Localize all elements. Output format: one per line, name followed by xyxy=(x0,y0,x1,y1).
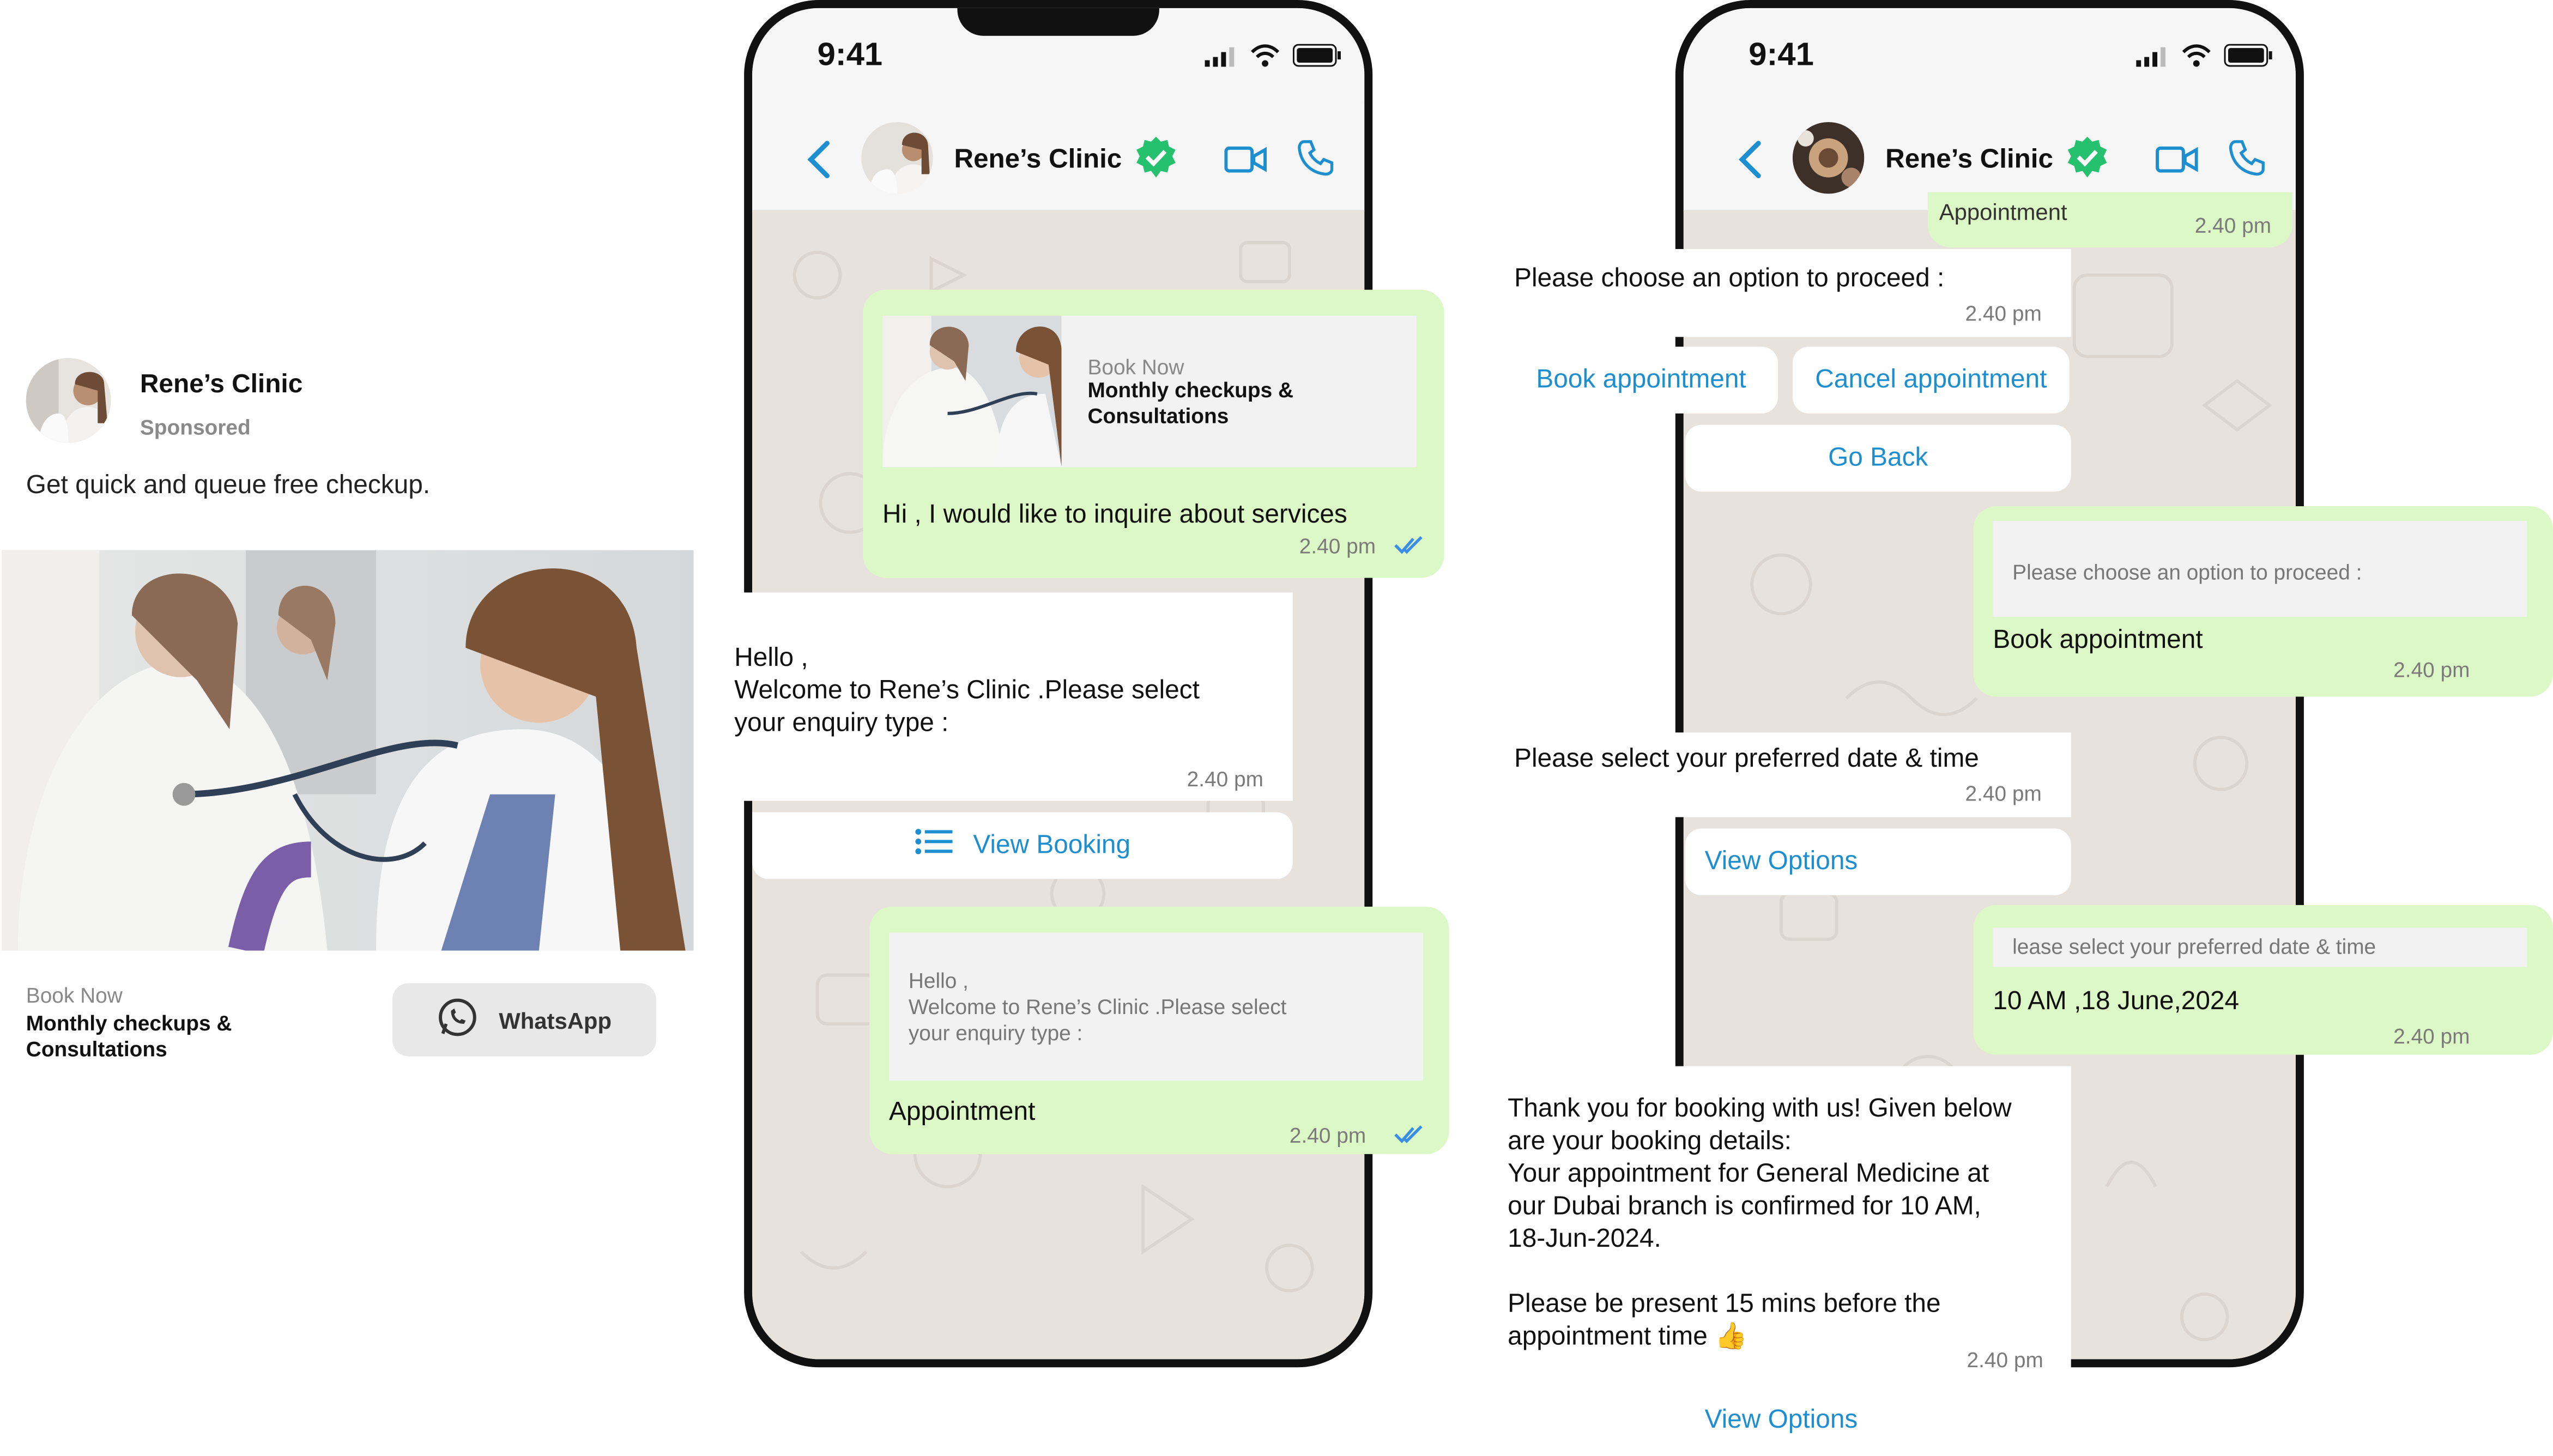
contact-name[interactable]: Rene’s Clinic xyxy=(1885,145,2053,176)
list-icon xyxy=(915,828,954,863)
status-icons xyxy=(1205,44,1342,75)
outgoing-message-reply: Hello , Welcome to Rene’s Clinic .Please… xyxy=(869,906,1449,1154)
outgoing-message-cut: Appointment 2.40 pm xyxy=(1927,192,2292,248)
verified-badge-icon xyxy=(2065,135,2110,189)
ad-clinic-name: Rene’s Clinic xyxy=(140,371,303,399)
video-call-icon[interactable] xyxy=(1224,145,1267,183)
outgoing-message-book: Please choose an option to proceed : Boo… xyxy=(1973,506,2553,697)
whatsapp-button-label: WhatsApp xyxy=(499,1006,612,1033)
quoted-message: Please choose an option to proceed : xyxy=(1993,520,2527,617)
whatsapp-icon xyxy=(437,996,480,1044)
contact-avatar[interactable] xyxy=(861,122,933,194)
message-card-info: Book Now Monthly checkups & Consultation… xyxy=(1061,316,1417,468)
verified-badge-icon xyxy=(1133,135,1179,189)
message-text: Please select your preferred date & time xyxy=(1514,745,1979,773)
view-booking-button[interactable]: View Booking xyxy=(752,812,1293,879)
message-text: 10 AM ,18 June,2024 xyxy=(1993,988,2240,1016)
wifi-icon xyxy=(1250,44,1280,75)
contact-name[interactable]: Rene’s Clinic xyxy=(954,145,1122,176)
double-check-icon xyxy=(1394,532,1426,565)
status-time: 9:41 xyxy=(817,37,883,74)
phone-call-icon[interactable] xyxy=(2227,138,2266,186)
message-time: 2.40 pm xyxy=(1965,781,2042,806)
message-time: 2.40 pm xyxy=(1289,1123,1366,1148)
wifi-icon xyxy=(2182,44,2211,75)
message-time: 2.40 pm xyxy=(2393,1023,2470,1048)
incoming-message-datetime: Please select your preferred date & time… xyxy=(1504,732,2071,817)
quote-line: Hello , xyxy=(908,968,969,993)
message-line: appointment time 👍 xyxy=(1508,1323,1747,1351)
incoming-message-options: Please choose an option to proceed : 2.4… xyxy=(1504,249,2071,337)
ad-body-text: Get quick and queue free checkup. xyxy=(26,472,431,500)
card-title: Monthly checkups & Consultations xyxy=(1087,378,1294,428)
message-line: Thank you for booking with us! Given bel… xyxy=(1508,1095,2012,1124)
message-time: 2.40 pm xyxy=(1299,533,1376,559)
incoming-message-confirmation: Thank you for booking with us! Given bel… xyxy=(1495,1066,2071,1381)
battery-icon xyxy=(2224,44,2273,75)
message-time: 2.40 pm xyxy=(1187,766,1264,791)
signal-icon xyxy=(2136,45,2169,74)
book-appointment-button[interactable]: Book appointment xyxy=(1504,347,1778,414)
battery-icon xyxy=(1292,44,1342,75)
message-text: Hi , I would like to inquire about servi… xyxy=(882,501,1347,529)
status-time: 9:41 xyxy=(1749,37,1814,74)
message-card-image xyxy=(882,316,1062,468)
go-back-button[interactable]: Go Back xyxy=(1685,424,2071,492)
go-back-label: Go Back xyxy=(1828,444,1928,471)
message-time: 2.40 pm xyxy=(2194,213,2272,238)
message-line: Hello , xyxy=(734,644,808,672)
cancel-appointment-button[interactable]: Cancel appointment xyxy=(1792,347,2070,414)
whatsapp-button[interactable]: WhatsApp xyxy=(392,983,656,1057)
message-text: Please choose an option to proceed : xyxy=(1514,265,1945,293)
view-options-button[interactable]: View Options xyxy=(1685,1392,2071,1451)
message-line: Welcome to Rene’s Clinic .Please select xyxy=(734,677,1200,705)
quote-line: Welcome to Rene’s Clinic .Please select xyxy=(908,994,1287,1019)
outgoing-message-datetime: lease select your preferred date & time … xyxy=(1973,905,2553,1055)
message-line: are your booking details: xyxy=(1508,1128,1792,1156)
quoted-message: lease select your preferred date & time xyxy=(1993,927,2527,967)
quote-line: your enquiry type : xyxy=(908,1020,1083,1045)
video-call-icon[interactable] xyxy=(2156,145,2198,183)
view-options-label: View Options xyxy=(1704,1406,1858,1434)
cancel-appointment-label: Cancel appointment xyxy=(1815,365,2047,393)
ad-book-now-label: Book Now xyxy=(26,983,123,1008)
phone-call-icon[interactable] xyxy=(1296,138,1335,186)
back-chevron-icon[interactable] xyxy=(1737,138,1763,189)
message-time: 2.40 pm xyxy=(2393,657,2470,682)
view-options-label: View Options xyxy=(1704,847,1858,875)
chat-header: Rene’s Clinic xyxy=(752,102,1365,212)
message-line: our Dubai branch is confirmed for 10 AM, xyxy=(1508,1193,1981,1221)
back-chevron-icon[interactable] xyxy=(806,138,832,189)
message-time: 2.40 pm xyxy=(1965,301,2042,326)
double-check-icon xyxy=(1394,1121,1426,1154)
ad-avatar xyxy=(26,358,111,443)
message-text: Appointment xyxy=(1939,198,2067,225)
message-line: Please be present 15 mins before the xyxy=(1508,1290,1941,1319)
incoming-message-welcome: Hello , Welcome to Rene’s Clinic .Please… xyxy=(724,592,1293,801)
ad-photo-doctor-patient xyxy=(1,550,694,951)
message-time: 2.40 pm xyxy=(1967,1348,2043,1373)
view-booking-label: View Booking xyxy=(973,830,1131,859)
outgoing-message-card: Book Now Monthly checkups & Consultation… xyxy=(863,289,1444,578)
message-text: Appointment xyxy=(889,1099,1036,1127)
message-text: Book appointment xyxy=(1993,627,2203,654)
quoted-message: Hello , Welcome to Rene’s Clinic .Please… xyxy=(889,932,1423,1081)
message-line: Your appointment for General Medicine at xyxy=(1508,1160,1989,1188)
view-options-button[interactable]: View Options xyxy=(1685,828,2071,895)
book-appointment-label: Book appointment xyxy=(1536,365,1746,393)
message-line: 18-Jun-2024. xyxy=(1508,1226,1661,1254)
message-line: your enquiry type : xyxy=(734,709,949,738)
ad-sponsored-label: Sponsored xyxy=(140,415,251,440)
contact-avatar[interactable] xyxy=(1792,122,1865,194)
ad-offer-title: Monthly checkups & Consultations xyxy=(26,1011,232,1061)
status-icons xyxy=(2136,44,2273,75)
phone-notch xyxy=(957,8,1159,36)
signal-icon xyxy=(1205,45,1238,74)
